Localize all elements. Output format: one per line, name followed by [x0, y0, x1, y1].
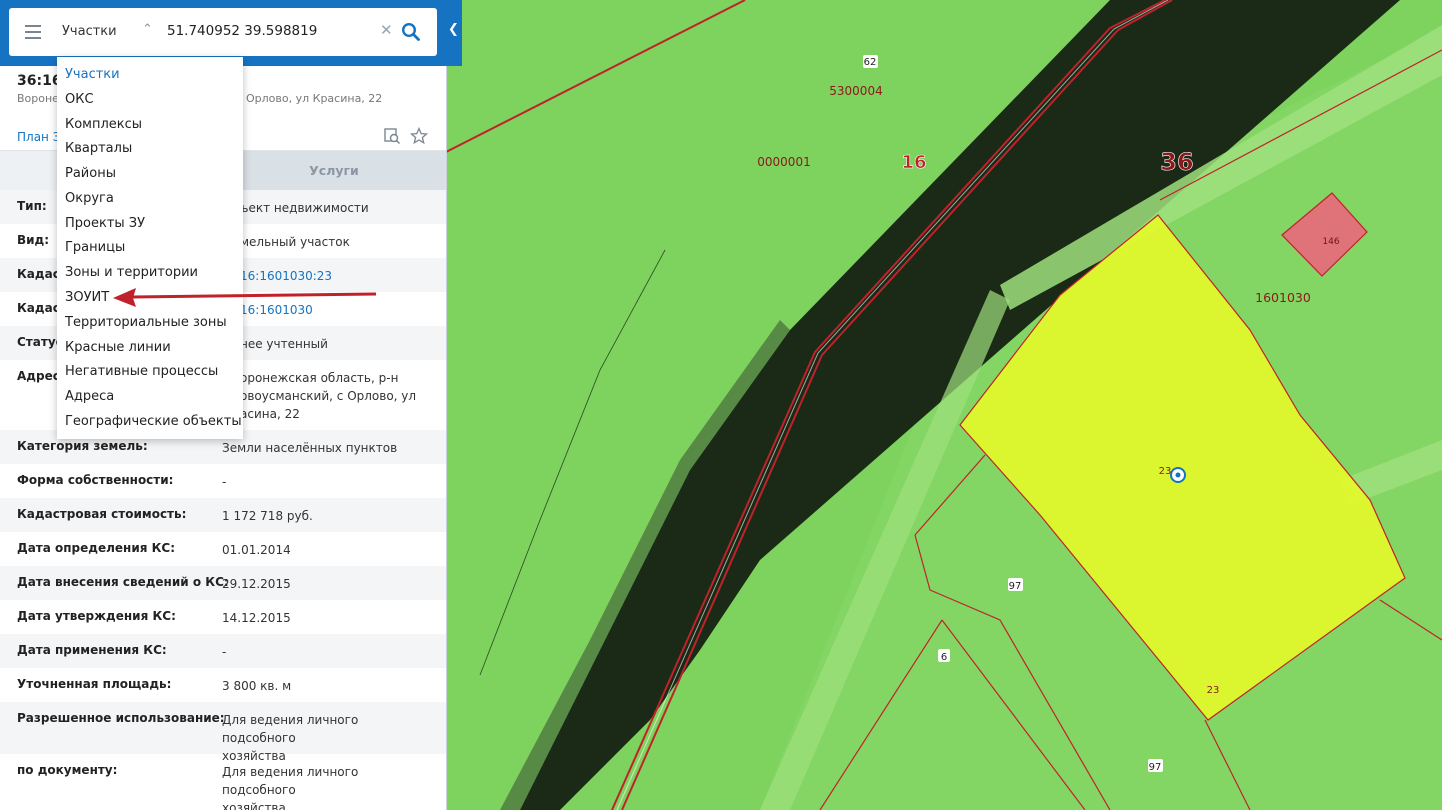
favorite-star-icon[interactable]	[410, 127, 428, 145]
row-value[interactable]: 16:1601030:23	[240, 267, 446, 285]
dropdown-item[interactable]: Районы	[65, 166, 116, 181]
dropdown-item[interactable]: ЗОУИТ	[65, 290, 109, 305]
row-label: Дата утверждения КС:	[17, 609, 176, 623]
table-row: Уточненная площадь: 3 800 кв. м	[0, 668, 446, 702]
search-type-select[interactable]: Участки	[62, 24, 117, 39]
label-23-center: 23	[1159, 466, 1172, 477]
label-146: 146	[1322, 237, 1339, 247]
table-row: Дата определения КС: 01.01.2014	[0, 532, 446, 566]
dropdown-item[interactable]: Комплексы	[65, 117, 142, 132]
dropdown-item[interactable]: Территориальные зоны	[65, 315, 227, 330]
dropdown-item[interactable]: Географические объекты	[65, 414, 242, 429]
row-value: 29.12.2015	[222, 577, 291, 591]
row-value: 14.12.2015	[222, 611, 291, 625]
chevron-up-icon[interactable]: ⌃	[142, 22, 153, 37]
table-row: Форма собственности: -	[0, 464, 446, 498]
row-value: 1 172 718 руб.	[222, 509, 313, 523]
row-value: оронежская область, р-н овоусманский, с …	[240, 371, 417, 421]
tab-services[interactable]: Услуги	[222, 151, 446, 190]
dropdown-item[interactable]: Округа	[65, 191, 114, 206]
table-row: Разрешенное использование: Для ведения ли…	[0, 702, 446, 763]
row-label: Дата применения КС:	[17, 643, 167, 657]
row-value: Земли населённых пунктов	[222, 441, 398, 455]
label-0000001: 0000001	[757, 155, 810, 169]
address-right: Орлово, ул Красина, 22	[246, 92, 383, 105]
dropdown-item[interactable]: Проекты ЗУ	[65, 216, 145, 231]
row-value: 3 800 кв. м	[222, 679, 292, 693]
row-label: Разрешенное использование:	[17, 711, 225, 725]
search-box: Участки ⌃ 51.740952 39.598819 ✕	[9, 8, 437, 56]
dropdown-item[interactable]: Адреса	[65, 389, 114, 404]
row-value: 01.01.2014	[222, 543, 291, 557]
dropdown-item[interactable]: Красные линии	[65, 340, 171, 355]
label-23-bottom: 23	[1207, 685, 1220, 696]
row-value[interactable]: 16:1601030	[240, 301, 446, 319]
row-value: нее учтенный	[240, 337, 328, 351]
row-label: Форма собственности:	[17, 473, 174, 487]
table-row: Дата применения КС: -	[0, 634, 446, 668]
row-label: по документу:	[17, 763, 118, 777]
search-icon[interactable]	[401, 22, 421, 42]
row-label: Вид:	[17, 233, 50, 247]
row-value: -	[222, 475, 227, 489]
search-type-dropdown: Участки ОКС Комплексы Кварталы Районы Округа П…	[57, 57, 243, 439]
table-row: по документу: Для ведения личного подсобн…	[0, 754, 446, 810]
dropdown-item[interactable]: Границы	[65, 240, 125, 255]
dropdown-item[interactable]: Негативные процессы	[65, 364, 218, 379]
find-on-map-icon[interactable]	[383, 127, 401, 145]
row-label: Кадастровая стоимость:	[17, 507, 187, 521]
table-row: Дата внесения сведений о КС: 29.12.2015	[0, 566, 446, 600]
row-label: Уточненная площадь:	[17, 677, 172, 691]
row-value: -	[222, 645, 227, 659]
row-label: Категория земель:	[17, 439, 148, 453]
collapse-panel-icon[interactable]: ❮	[448, 22, 459, 37]
clear-icon[interactable]: ✕	[380, 21, 393, 39]
dropdown-item[interactable]: ОКС	[65, 92, 94, 107]
label-region-36: 36	[1160, 148, 1193, 176]
table-row: Кадастровая стоимость: 1 172 718 руб.	[0, 498, 446, 532]
plan-link[interactable]: План З	[17, 130, 60, 144]
row-value: Для ведения личного подсобного хозяйства	[222, 765, 359, 810]
label-1601030: 1601030	[1255, 290, 1311, 305]
row-value: ъект недвижимости	[240, 201, 369, 215]
label-6: 6	[941, 652, 947, 663]
label-62: 62	[864, 57, 877, 68]
label-97-a: 97	[1009, 581, 1022, 592]
table-row: Дата утверждения КС: 14.12.2015	[0, 600, 446, 634]
menu-icon[interactable]	[25, 25, 41, 39]
dropdown-item[interactable]: Кварталы	[65, 141, 132, 156]
label-district-16: 16	[901, 152, 926, 173]
row-value: мельный участок	[240, 235, 350, 249]
label-5300004: 5300004	[829, 84, 882, 98]
row-label: Тип:	[17, 199, 47, 213]
row-label: Дата определения КС:	[17, 541, 176, 555]
label-97-b: 97	[1149, 762, 1162, 773]
search-input[interactable]: 51.740952 39.598819	[167, 23, 317, 39]
dropdown-item[interactable]: Участки	[65, 67, 120, 82]
row-label: Дата внесения сведений о КС:	[17, 575, 229, 589]
dropdown-item[interactable]: Зоны и территории	[65, 265, 198, 280]
